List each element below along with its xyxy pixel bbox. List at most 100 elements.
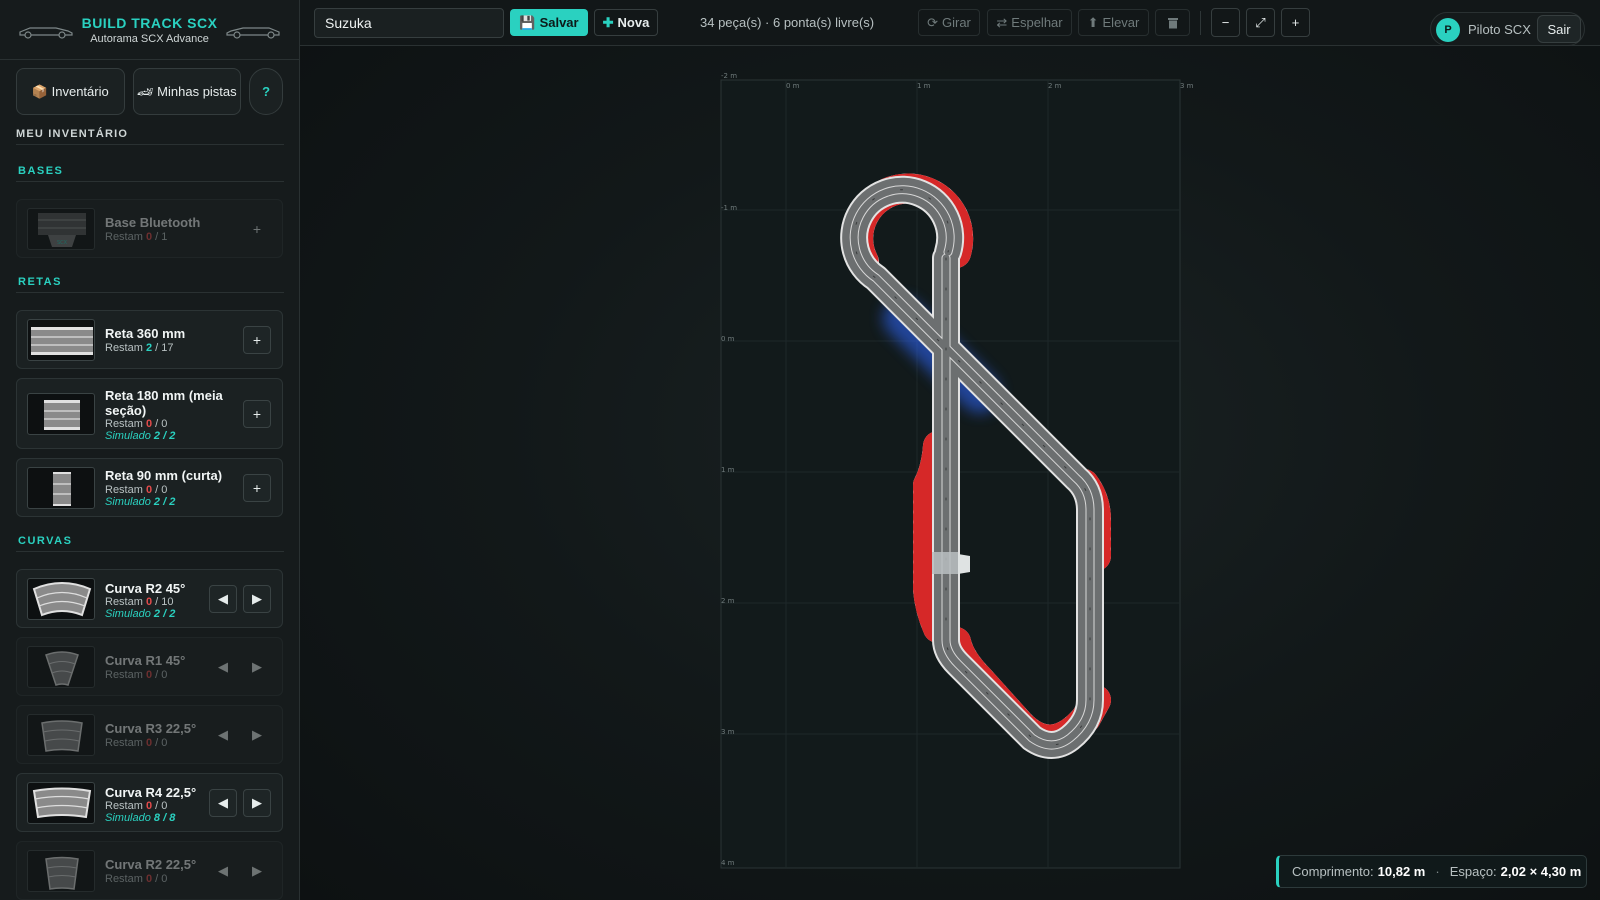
grid-label-y: 0 m bbox=[721, 335, 735, 343]
simulated-count: 8 / 8 bbox=[153, 812, 176, 824]
delete-button[interactable] bbox=[1155, 9, 1190, 36]
track-canvas[interactable]: -2 m 0 m 1 m 2 m 3 m -1 m 0 m 1 m 2 m 3 … bbox=[300, 46, 1600, 900]
curve-r2-45-thumbnail bbox=[27, 578, 95, 620]
user-name: Piloto SCX bbox=[1468, 22, 1531, 37]
piece-card-curve-r1-45: Curva R1 45° Restam 0 / 0 ◀ ▶ bbox=[16, 637, 283, 696]
add-curve-left-button[interactable]: ◀ bbox=[209, 721, 237, 749]
remain-count: 0 bbox=[145, 484, 153, 496]
piece-name: Base Bluetooth bbox=[105, 215, 201, 230]
add-curve-left-button[interactable]: ◀ bbox=[209, 789, 237, 817]
add-curve-right-button[interactable]: ▶ bbox=[243, 653, 271, 681]
piece-name: Reta 360 mm bbox=[105, 326, 186, 341]
total-count: / 0 bbox=[155, 800, 168, 812]
total-count: / 0 bbox=[155, 484, 168, 496]
save-label: Salvar bbox=[539, 15, 579, 30]
remain-count: 0 bbox=[145, 669, 153, 681]
inventory-button[interactable]: 📦 Inventário bbox=[16, 68, 125, 115]
piece-name: Reta 90 mm (curta) bbox=[105, 468, 223, 483]
slot-car-icon bbox=[19, 26, 73, 39]
add-curve-left-button[interactable]: ◀ bbox=[209, 585, 237, 613]
track-name-input[interactable] bbox=[314, 8, 504, 38]
user-menu: P Piloto SCX Sair bbox=[1430, 12, 1585, 46]
remain-label: Restam bbox=[105, 418, 143, 430]
straight-360-thumbnail bbox=[27, 319, 95, 361]
save-button[interactable]: 💾 Salvar bbox=[510, 9, 588, 36]
add-curve-left-button[interactable]: ◀ bbox=[209, 857, 237, 885]
mirror-button[interactable]: ⇄ Espelhar bbox=[987, 9, 1072, 36]
total-count: / 10 bbox=[155, 596, 174, 608]
rotate-label: Girar bbox=[942, 15, 971, 30]
race-car-icon: 🏎 bbox=[137, 84, 154, 99]
piece-card-base-bluetooth: SCX Base Bluetooth Restam 0 / 1 + bbox=[16, 199, 283, 258]
grid-label-y: 3 m bbox=[721, 728, 735, 736]
simulated-count: 2 / 2 bbox=[153, 608, 176, 620]
total-count: / 0 bbox=[155, 873, 168, 885]
new-track-button[interactable]: ✚ Nova bbox=[594, 9, 658, 36]
grid-label-x: 0 m bbox=[786, 82, 800, 90]
inventory-sidebar: BUILD TRACK SCX Autorama SCX Advance 📦 I… bbox=[0, 0, 300, 900]
piece-card-curve-r2-45: Curva R2 45° Restam 0 / 10 Simulado 2 / … bbox=[16, 569, 283, 628]
total-count: / 0 bbox=[155, 737, 168, 749]
brand-header: BUILD TRACK SCX Autorama SCX Advance bbox=[0, 0, 299, 60]
zoom-fit-button[interactable]: ⤢ bbox=[1246, 8, 1275, 37]
raise-button[interactable]: ⬆ Elevar bbox=[1078, 9, 1149, 36]
add-curve-right-button[interactable]: ▶ bbox=[243, 721, 271, 749]
remain-count: 0 bbox=[145, 596, 153, 608]
remain-count: 0 bbox=[145, 418, 153, 430]
category-curves: CURVAS bbox=[16, 535, 284, 552]
svg-text:SCX: SCX bbox=[57, 240, 68, 246]
raise-icon: ⬆ bbox=[1087, 14, 1099, 30]
grid-label-x: 1 m bbox=[917, 82, 931, 90]
piece-card-reta-90: Reta 90 mm (curta) Restam 0 / 0 Simulado… bbox=[16, 458, 283, 517]
zoom-out-button[interactable]: − bbox=[1211, 8, 1240, 37]
add-curve-right-button[interactable]: ▶ bbox=[243, 585, 271, 613]
simulated-label: Simulado bbox=[105, 608, 151, 620]
simulated-count: 2 / 2 bbox=[153, 430, 176, 442]
add-curve-left-button[interactable]: ◀ bbox=[209, 653, 237, 681]
remain-label: Restam bbox=[105, 342, 143, 354]
category-bases: BASES bbox=[16, 165, 284, 182]
app-title: BUILD TRACK SCX bbox=[81, 14, 218, 31]
help-button[interactable]: ? bbox=[249, 68, 283, 115]
rotate-icon: ⟳ bbox=[927, 14, 938, 30]
add-curve-right-button[interactable]: ▶ bbox=[243, 857, 271, 885]
category-straights: RETAS bbox=[16, 276, 284, 293]
piece-card-curve-r2-22: Curva R2 22,5° Restam 0 / 0 ◀ ▶ bbox=[16, 841, 283, 900]
simulated-label: Simulado bbox=[105, 812, 151, 824]
mirror-icon: ⇄ bbox=[996, 14, 1008, 30]
plus-icon: ✚ bbox=[602, 14, 614, 30]
space-value: 2,02 × 4,30 m bbox=[1500, 864, 1582, 879]
add-piece-button[interactable]: + bbox=[243, 474, 271, 502]
add-piece-button[interactable]: + bbox=[243, 400, 271, 428]
straight-180-thumbnail bbox=[27, 393, 95, 435]
grid-label-x: -2 m bbox=[721, 72, 737, 80]
add-piece-button[interactable]: + bbox=[243, 326, 271, 354]
top-toolbar: 💾 Salvar ✚ Nova 34 peça(s) · 6 ponta(s) … bbox=[300, 0, 1600, 46]
add-curve-right-button[interactable]: ▶ bbox=[243, 789, 271, 817]
grid-label-y: -1 m bbox=[721, 204, 737, 212]
remain-label: Restam bbox=[105, 596, 143, 608]
grid-label-y: 1 m bbox=[721, 466, 735, 474]
track-board: -2 m 0 m 1 m 2 m 3 m -1 m 0 m 1 m 2 m 3 … bbox=[720, 72, 1194, 869]
total-count: / 1 bbox=[155, 231, 168, 243]
my-tracks-button[interactable]: 🏎 Minhas pistas bbox=[132, 68, 242, 115]
add-piece-button[interactable]: + bbox=[243, 215, 271, 243]
remain-label: Restam bbox=[105, 484, 143, 496]
logout-button[interactable]: Sair bbox=[1537, 15, 1581, 43]
piece-card-reta-360: Reta 360 mm Restam 2 / 17 + bbox=[16, 310, 283, 369]
rotate-button[interactable]: ⟳ Girar bbox=[918, 9, 980, 36]
grid-label-x: 2 m bbox=[1048, 82, 1062, 90]
zoom-in-button[interactable]: + bbox=[1281, 8, 1310, 37]
piece-status: 34 peça(s) · 6 ponta(s) livre(s) bbox=[700, 15, 875, 30]
grid-label-y: 2 m bbox=[721, 597, 735, 605]
remain-label: Restam bbox=[105, 800, 143, 812]
remain-label: Restam bbox=[105, 873, 143, 885]
floppy-disk-icon: 💾 bbox=[519, 14, 536, 30]
avatar: P bbox=[1436, 18, 1460, 42]
grid-label-y: 4 m bbox=[721, 859, 735, 867]
trash-icon bbox=[1167, 18, 1178, 29]
curve-r2-22-thumbnail bbox=[27, 850, 95, 892]
piece-card-curve-r4-22: Curva R4 22,5° Restam 0 / 0 Simulado 8 /… bbox=[16, 773, 283, 832]
raise-label: Elevar bbox=[1102, 15, 1140, 30]
piece-name: Reta 180 mm (meia seção) bbox=[105, 388, 223, 418]
